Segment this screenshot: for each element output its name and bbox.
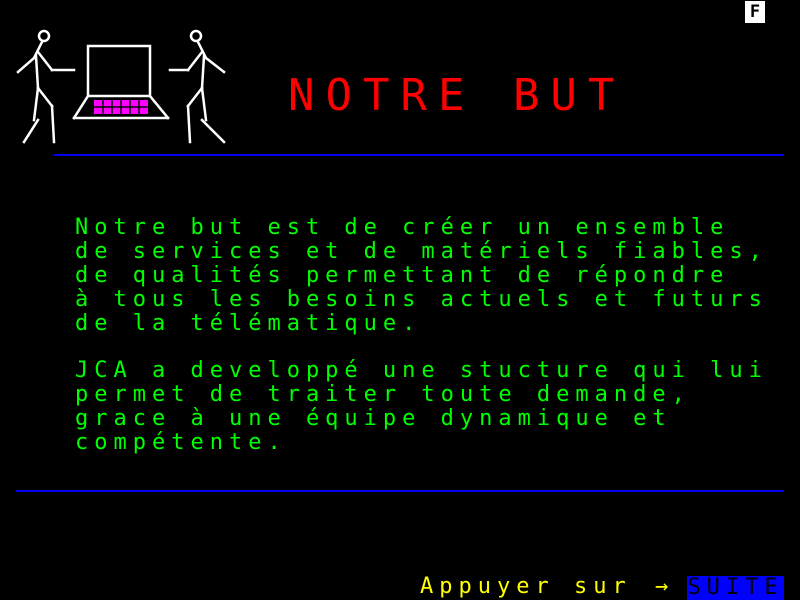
divider-bottom [16,490,784,492]
suite-button[interactable]: SUITE [687,576,784,600]
prompt-label: Appuyer sur [420,574,632,599]
status-badge: F [745,1,765,23]
footer-prompt: Appuyer sur → [420,575,678,599]
divider-top [54,154,784,156]
page-title: NOTRE BUT [288,70,626,121]
people-with-computer-logo-icon [12,26,232,150]
paragraph-structure: JCA a developpé une stucture qui lui per… [75,358,768,455]
arrow-right-icon: → [654,574,675,599]
paragraph-goal: Notre but est de créer un ensemble de se… [75,215,768,336]
